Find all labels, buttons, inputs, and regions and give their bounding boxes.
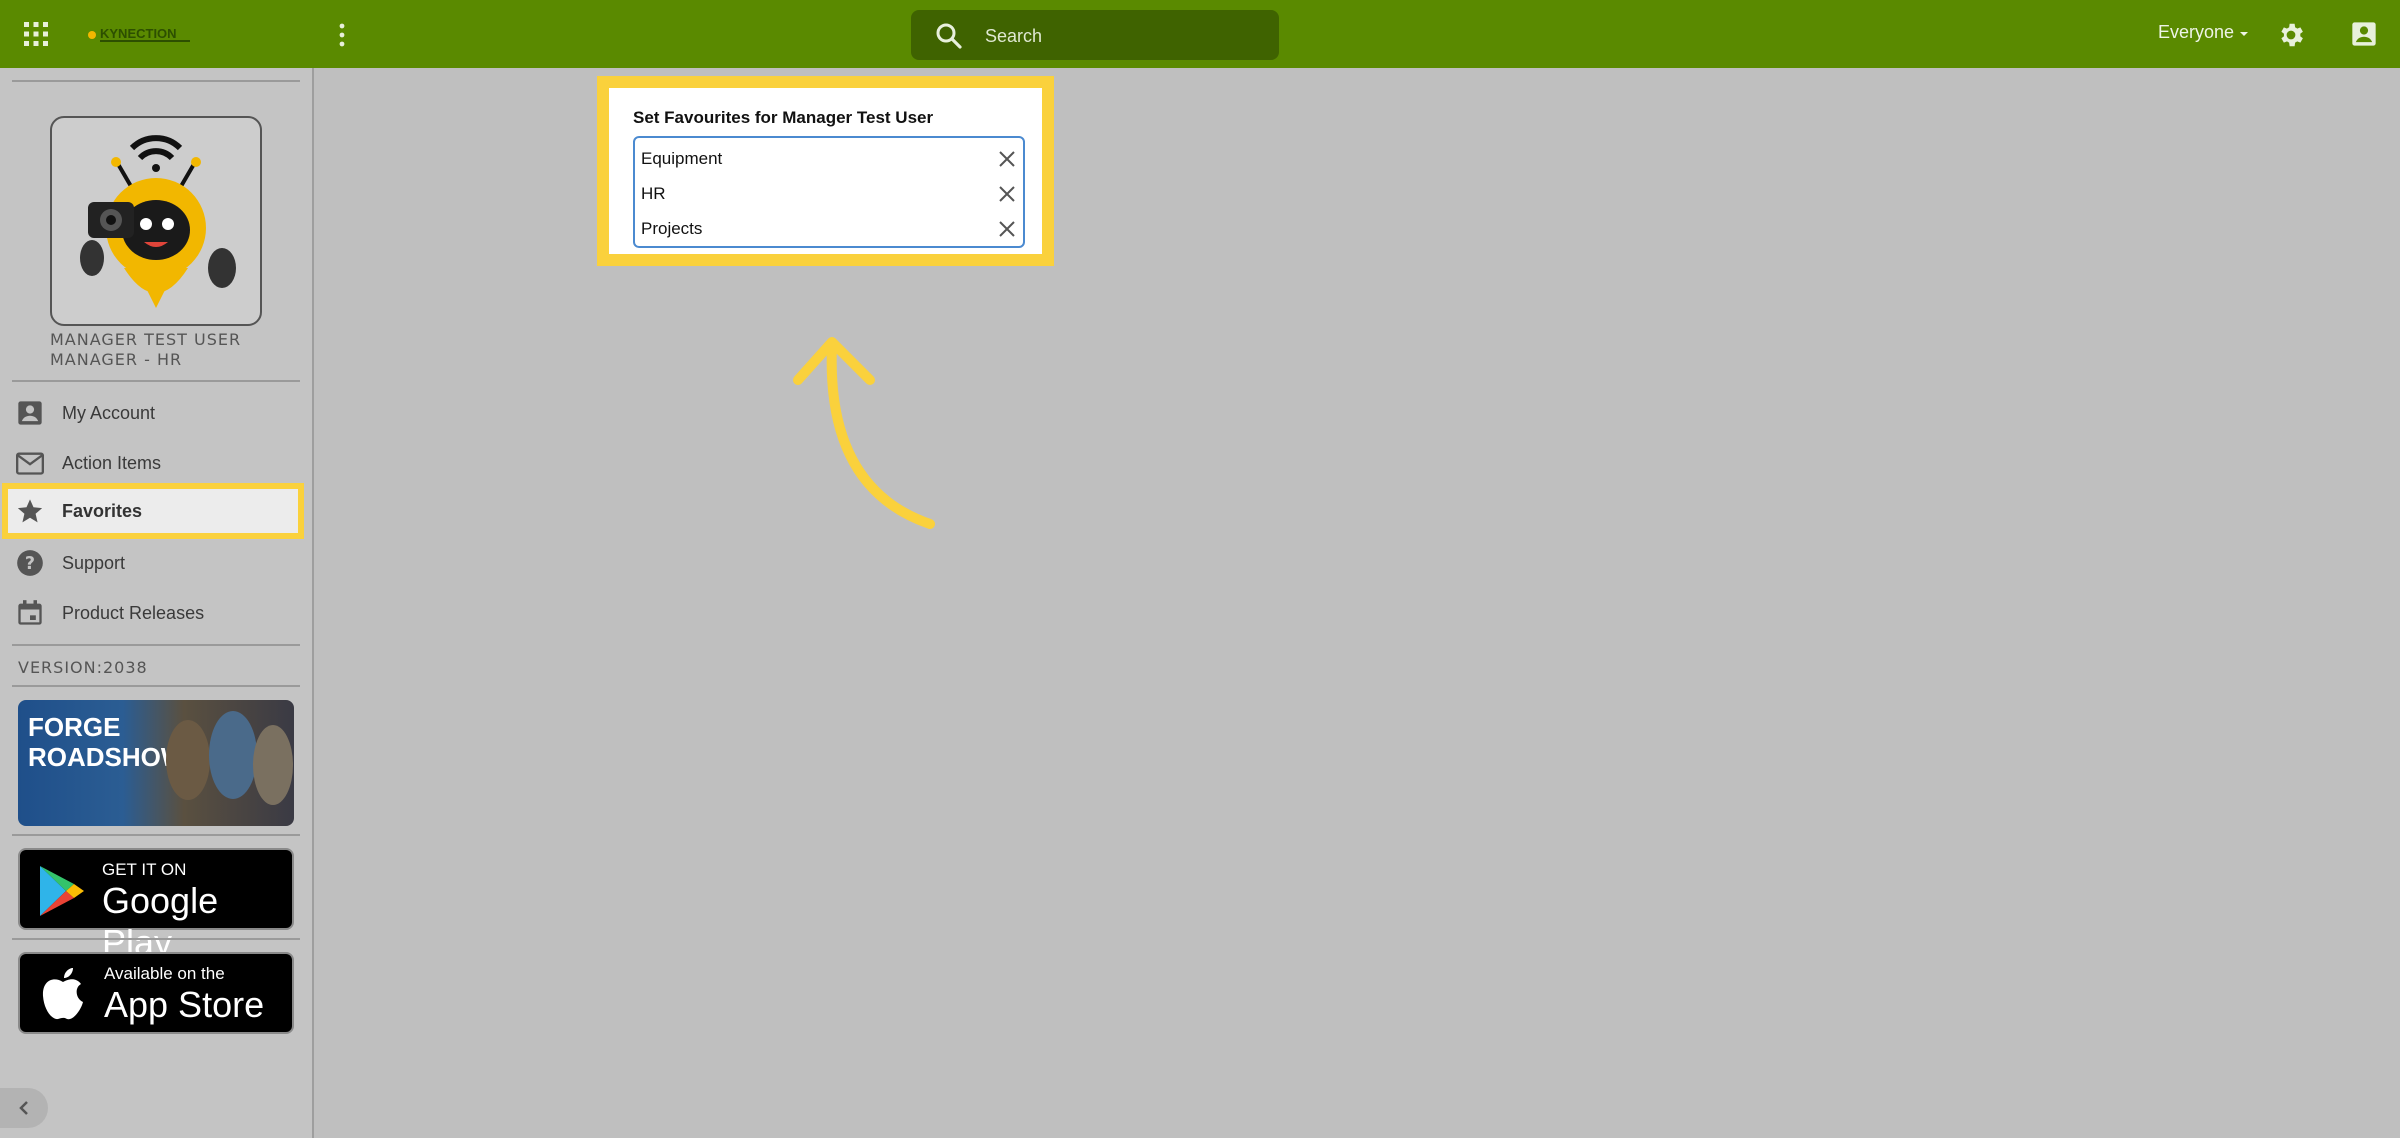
- badge-big-text: App Store: [104, 984, 265, 1025]
- app-store-badge[interactable]: Available on the App Store: [18, 952, 294, 1034]
- favourites-panel: Set Favourites for Manager Test User Equ…: [597, 76, 1054, 266]
- divider: [12, 834, 300, 836]
- warriors-image: [166, 711, 293, 805]
- close-icon[interactable]: [997, 149, 1017, 169]
- caret-down-icon: [2240, 31, 2249, 36]
- google-play-icon: [40, 866, 84, 916]
- sidebar-item-support[interactable]: ? Support: [8, 541, 298, 585]
- collapse-sidebar-button[interactable]: [0, 1088, 48, 1128]
- close-icon[interactable]: [997, 184, 1017, 204]
- search-input[interactable]: [983, 20, 1267, 52]
- list-item: HR: [641, 179, 1021, 209]
- version-label: VERSION:2038: [18, 658, 148, 677]
- favourites-title: Set Favourites for Manager Test User: [633, 108, 934, 127]
- sidebar-item-action-items[interactable]: Action Items: [8, 441, 298, 485]
- chevron-left-icon: [19, 1101, 28, 1115]
- user-name: MANAGER TEST USER: [50, 330, 242, 349]
- kynection-logo[interactable]: KYNECTION: [86, 24, 196, 46]
- help-icon: ?: [17, 550, 43, 576]
- account-box-icon[interactable]: [2350, 20, 2378, 48]
- favourite-label: Projects: [641, 219, 703, 238]
- top-bar: KYNECTION Everyone: [0, 0, 2400, 68]
- close-icon[interactable]: [997, 219, 1017, 239]
- robot-avatar-image: [80, 135, 236, 308]
- badge-small-text: GET IT ON: [102, 860, 187, 879]
- sidebar-item-label: Support: [62, 552, 126, 573]
- sidebar-item-label: Product Releases: [62, 602, 205, 623]
- sidebar-item-label: Action Items: [62, 452, 162, 473]
- mail-icon: [16, 452, 44, 475]
- list-item: Equipment: [641, 144, 1021, 174]
- search-bar[interactable]: [911, 10, 1279, 60]
- sidebar-item-label: Favorites: [62, 500, 143, 521]
- audience-dropdown[interactable]: Everyone: [2158, 22, 2249, 43]
- apps-grid-icon[interactable]: [22, 20, 50, 48]
- divider: [12, 938, 300, 940]
- promo-title-line1: FORGE: [28, 712, 121, 742]
- star-icon: [17, 499, 43, 523]
- favourites-list[interactable]: Equipment HR Projects: [633, 136, 1025, 248]
- account-box-icon: [18, 401, 42, 425]
- calendar-icon: [18, 600, 42, 625]
- sidebar-item-product-releases[interactable]: Product Releases: [8, 591, 298, 635]
- divider: [12, 644, 300, 646]
- avatar[interactable]: [50, 116, 262, 326]
- user-role: MANAGER - HR: [50, 350, 183, 369]
- sidebar-item-my-account[interactable]: My Account: [8, 391, 298, 435]
- sidebar: MANAGER TEST USER MANAGER - HR My Accoun…: [0, 68, 314, 1138]
- apple-icon: [42, 968, 83, 1020]
- gear-icon[interactable]: [2276, 20, 2306, 50]
- favourite-label: HR: [641, 184, 666, 203]
- forge-roadshow-banner[interactable]: FORGE ROADSHOW: [18, 700, 294, 826]
- list-item: Projects: [641, 214, 1021, 244]
- search-icon: [936, 23, 962, 49]
- annotation-arrow: [793, 337, 935, 529]
- favourite-label: Equipment: [641, 149, 723, 168]
- sidebar-item-label: My Account: [62, 402, 156, 423]
- divider: [12, 80, 300, 82]
- more-vert-icon[interactable]: [332, 20, 352, 50]
- divider: [12, 685, 300, 687]
- audience-label: Everyone: [2158, 22, 2235, 42]
- svg-text:KYNECTION: KYNECTION: [100, 26, 177, 41]
- badge-small-text: Available on the: [104, 964, 225, 983]
- google-play-badge[interactable]: GET IT ON Google Play: [18, 848, 294, 963]
- svg-text:?: ?: [25, 554, 35, 574]
- divider: [12, 380, 300, 382]
- sidebar-item-favorites[interactable]: Favorites: [8, 489, 298, 533]
